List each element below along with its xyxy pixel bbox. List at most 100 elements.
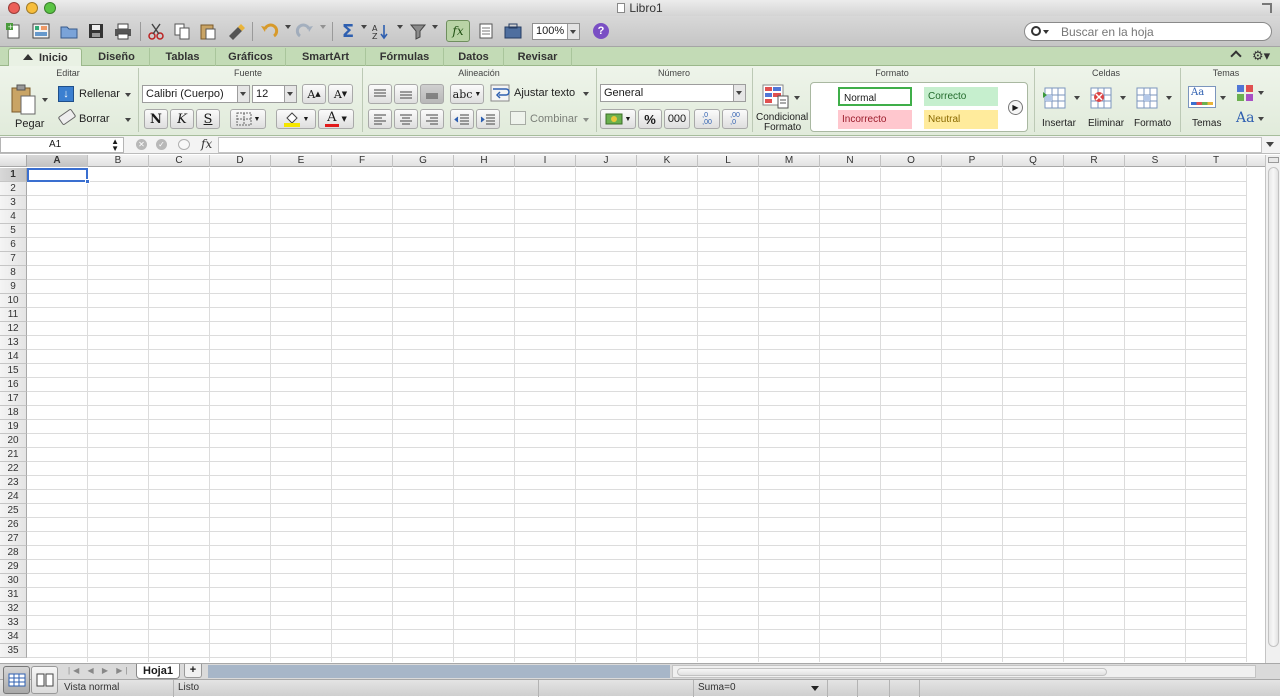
tab-datos[interactable]: Datos [444,48,504,66]
paste-icon[interactable] [198,20,218,42]
column-header-g[interactable]: G [393,155,454,167]
tab-formulas[interactable]: Fórmulas [366,48,444,66]
view-toggle-layout[interactable] [31,666,58,694]
font-color-button[interactable]: A ▼ [318,109,354,129]
search-dropdown-icon[interactable] [1043,30,1049,34]
orientation-button[interactable]: abc ▼ [450,84,484,104]
currency-button[interactable]: ▼ [600,109,636,129]
name-box-stepper-icon[interactable]: ▲ ▼ [111,138,119,153]
decrease-indent-button[interactable] [450,109,474,129]
theme-fonts-button[interactable]: Aa [1236,110,1266,130]
formula-builder-icon[interactable]: fx [446,20,470,42]
expand-formula-icon[interactable] [1266,142,1274,147]
thousands-button[interactable]: 000 [664,109,690,129]
style-neutral[interactable]: Neutral [924,110,998,129]
align-right-button[interactable] [420,109,444,129]
tab-smartart[interactable]: SmartArt [286,48,366,66]
underline-button[interactable]: S [196,109,220,129]
fill-handle[interactable] [85,179,90,184]
show-hide-gallery-icon[interactable] [476,20,496,42]
number-format-select[interactable]: General [600,84,746,102]
column-header-j[interactable]: J [576,155,637,167]
name-box[interactable]: A1 ▲ ▼ [0,137,124,153]
row-header-14[interactable]: 14 [0,350,27,364]
insert-cells-button[interactable]: Insertar [1040,84,1080,132]
align-top-button[interactable] [368,84,392,104]
save-icon[interactable] [86,20,106,42]
column-header-a[interactable]: A [27,155,88,167]
filter-icon[interactable] [408,20,430,42]
print-icon[interactable] [112,20,134,42]
add-sheet-button[interactable]: + [184,664,202,678]
column-header-b[interactable]: B [88,155,149,167]
row-header-1[interactable]: 1 [0,168,27,182]
column-header-n[interactable]: N [820,155,881,167]
align-middle-button[interactable] [394,84,418,104]
merge-button[interactable]: Combinar [508,109,592,129]
shrink-font-button[interactable]: A ▼ [328,84,353,104]
row-header-9[interactable]: 9 [0,280,27,294]
row-header-19[interactable]: 19 [0,420,27,434]
wrap-text-button[interactable]: Ajustar texto [490,84,592,104]
row-header-32[interactable]: 32 [0,602,27,616]
column-header-h[interactable]: H [454,155,515,167]
row-header-8[interactable]: 8 [0,266,27,280]
row-header-17[interactable]: 17 [0,392,27,406]
column-header-f[interactable]: F [332,155,393,167]
row-header-30[interactable]: 30 [0,574,27,588]
row-header-2[interactable]: 2 [0,182,27,196]
tab-inicio[interactable]: Inicio [8,48,82,66]
spreadsheet-grid[interactable]: ABCDEFGHIJKLMNOPQRST 1 2 3 4 5 6 7 8 9 10 11 12 13 14… [0,155,1265,663]
clear-button[interactable]: Borrar [56,108,134,129]
style-normal[interactable]: Normal [838,87,912,106]
column-header-q[interactable]: Q [1003,155,1064,167]
format-painter-icon[interactable] [224,20,248,42]
select-all-corner[interactable] [0,155,27,167]
vertical-scroll-thumb[interactable] [1268,167,1279,647]
themes-button[interactable]: Aa Temas [1186,84,1230,132]
fx-label[interactable]: fx [201,137,212,151]
row-header-4[interactable]: 4 [0,210,27,224]
gallery-next-icon[interactable]: ▶ [1008,100,1023,115]
row-header-22[interactable]: 22 [0,462,27,476]
collapse-ribbon-icon[interactable] [1230,50,1242,62]
conditional-format-button[interactable]: Condicional Formato [756,84,808,134]
row-header-6[interactable]: 6 [0,238,27,252]
row-header-7[interactable]: 7 [0,252,27,266]
column-header-l[interactable]: L [698,155,759,167]
row-header-27[interactable]: 27 [0,532,27,546]
column-header-r[interactable]: R [1064,155,1125,167]
copy-icon[interactable] [172,20,192,42]
row-header-10[interactable]: 10 [0,294,27,308]
autosum-icon[interactable]: Σ [338,20,358,42]
cancel-entry-icon[interactable]: ✕ [136,139,147,150]
delete-cells-button[interactable]: Eliminar [1086,84,1130,132]
row-header-20[interactable]: 20 [0,434,27,448]
row-header-16[interactable]: 16 [0,378,27,392]
decrease-decimal-button[interactable]: ,00 ,0 [722,109,748,129]
tab-revisar[interactable]: Revisar [504,48,572,66]
horizontal-scroll-thumb[interactable] [677,668,1107,676]
bold-button[interactable]: N [144,109,168,129]
column-header-m[interactable]: M [759,155,820,167]
row-header-23[interactable]: 23 [0,476,27,490]
open-icon[interactable] [58,20,80,42]
fill-button[interactable]: ↓ Rellenar [56,85,134,105]
column-header-e[interactable]: E [271,155,332,167]
split-box-icon[interactable] [1268,157,1279,163]
row-header-18[interactable]: 18 [0,406,27,420]
column-header-k[interactable]: K [637,155,698,167]
row-header-11[interactable]: 11 [0,308,27,322]
increase-decimal-button[interactable]: ,0 ,00 [694,109,720,129]
row-header-29[interactable]: 29 [0,560,27,574]
confirm-entry-icon[interactable]: ✓ [156,139,167,150]
help-icon[interactable]: ? [591,20,611,42]
vertical-scrollbar[interactable] [1265,155,1280,663]
sheet-tab-hoja1[interactable]: Hoja1 [136,664,180,679]
align-center-button[interactable] [394,109,418,129]
function-icon[interactable] [178,139,190,150]
horizontal-scrollbar[interactable] [672,665,1256,678]
format-cells-button[interactable]: Formato [1132,84,1176,132]
align-bottom-button[interactable] [420,84,444,104]
row-header-28[interactable]: 28 [0,546,27,560]
